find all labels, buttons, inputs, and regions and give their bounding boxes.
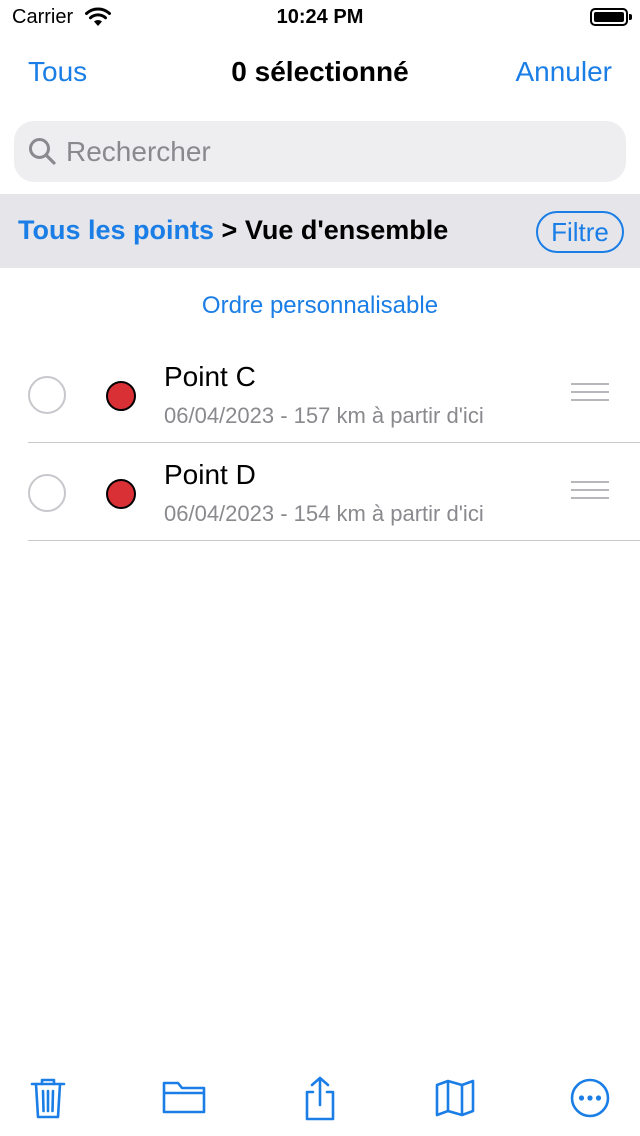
point-subtitle: 06/04/2023 - 157 km à partir d'ici <box>164 403 484 428</box>
point-title: Point C <box>164 361 256 392</box>
share-icon[interactable] <box>298 1076 342 1121</box>
list-item[interactable]: Point D 06/04/2023 - 154 km à partir d'i… <box>0 443 640 541</box>
bottom-toolbar <box>0 1070 640 1136</box>
point-title: Point D <box>164 459 256 490</box>
select-circle-icon[interactable] <box>28 474 66 512</box>
reorder-handle-icon[interactable] <box>571 383 609 405</box>
reorder-handle-icon[interactable] <box>571 481 609 503</box>
sort-order-label[interactable]: Ordre personnalisable <box>0 292 640 320</box>
point-subtitle: 06/04/2023 - 154 km à partir d'ici <box>164 501 484 526</box>
more-icon[interactable] <box>568 1076 612 1120</box>
cancel-button[interactable]: Annuler <box>515 56 612 88</box>
breadcrumb-separator: > <box>221 215 238 245</box>
status-bar: Carrier 10:24 PM <box>0 0 640 40</box>
breadcrumb-bar: Tous les points > Vue d'ensemble Filtre <box>0 194 640 268</box>
folder-icon[interactable] <box>162 1076 206 1120</box>
nav-bar: Tous 0 sélectionné Annuler <box>0 40 640 110</box>
points-list: Point C 06/04/2023 - 157 km à partir d'i… <box>0 345 640 541</box>
search-bar[interactable] <box>14 121 626 182</box>
row-divider <box>28 540 640 541</box>
list-item[interactable]: Point C 06/04/2023 - 157 km à partir d'i… <box>0 345 640 443</box>
map-icon[interactable] <box>433 1076 477 1120</box>
search-icon <box>28 137 56 170</box>
trash-icon[interactable] <box>26 1076 70 1120</box>
status-time: 10:24 PM <box>276 6 364 28</box>
filter-button[interactable]: Filtre <box>536 211 624 253</box>
point-marker-icon <box>106 479 136 509</box>
battery-icon <box>590 8 632 26</box>
breadcrumb: Tous les points > Vue d'ensemble <box>18 215 448 246</box>
breadcrumb-link-all-points[interactable]: Tous les points <box>18 215 214 245</box>
breadcrumb-current: Vue d'ensemble <box>244 215 449 245</box>
search-input[interactable] <box>66 131 606 172</box>
select-circle-icon[interactable] <box>28 376 66 414</box>
point-marker-icon <box>106 381 136 411</box>
